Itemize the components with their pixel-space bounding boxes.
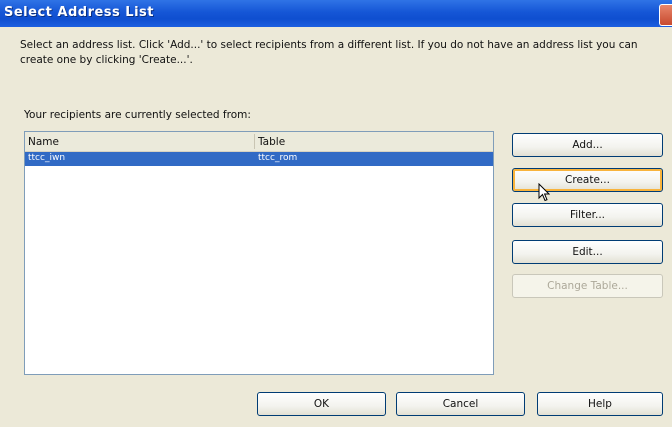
column-header-name[interactable]: Name [28, 136, 59, 148]
selected-from-label: Your recipients are currently selected f… [24, 109, 251, 121]
filter-button[interactable]: Filter... [512, 203, 663, 227]
list-item[interactable]: ttcc_iwn ttcc_rom [25, 152, 493, 166]
help-button[interactable]: Help [537, 392, 663, 416]
list-item-table: ttcc_rom [258, 153, 298, 163]
change-table-button: Change Table... [512, 274, 663, 298]
mouse-cursor-icon [538, 183, 550, 202]
window-title: Select Address List [4, 5, 154, 20]
column-divider[interactable] [254, 134, 255, 149]
select-address-list-dialog: Select Address List Select an address li… [0, 0, 672, 427]
list-item-name: ttcc_iwn [28, 153, 66, 163]
create-button[interactable]: Create... [512, 168, 663, 192]
ok-button[interactable]: OK [257, 392, 386, 416]
instructions-text: Select an address list. Click 'Add...' t… [20, 39, 638, 66]
add-button[interactable]: Add... [512, 133, 663, 157]
edit-button[interactable]: Edit... [512, 240, 663, 264]
list-header: Name Table [25, 132, 493, 152]
cancel-button[interactable]: Cancel [396, 392, 525, 416]
close-icon[interactable] [659, 4, 672, 26]
title-bar[interactable]: Select Address List [0, 0, 672, 27]
address-list[interactable]: Name Table ttcc_iwn ttcc_rom [24, 131, 494, 375]
column-header-table[interactable]: Table [258, 136, 285, 148]
